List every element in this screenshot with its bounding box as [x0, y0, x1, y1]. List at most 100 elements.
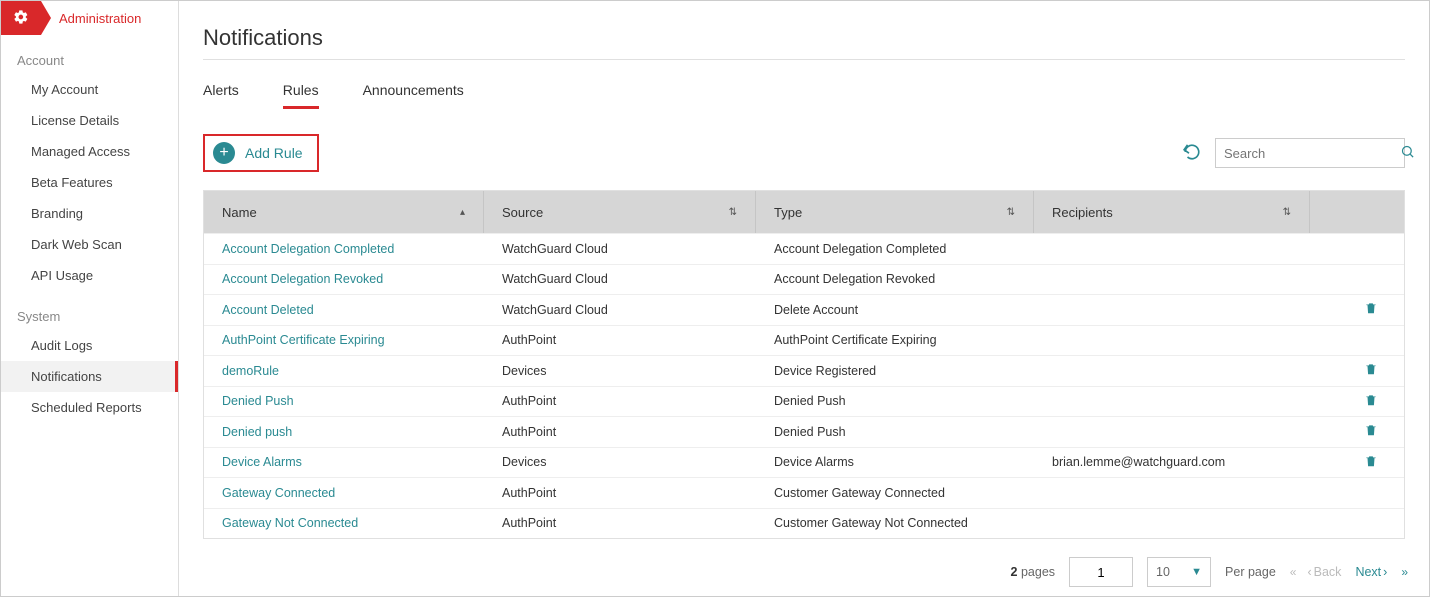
- trash-icon[interactable]: [1364, 423, 1378, 440]
- page-input[interactable]: [1069, 557, 1133, 587]
- rule-type: AuthPoint Certificate Expiring: [756, 333, 1034, 347]
- search-icon[interactable]: [1400, 144, 1415, 162]
- rule-type: Account Delegation Revoked: [756, 272, 1034, 286]
- sidebar-item-notifications[interactable]: Notifications: [1, 361, 178, 392]
- rule-type: Customer Gateway Connected: [756, 486, 1034, 500]
- col-recipients[interactable]: Recipients⇅: [1034, 191, 1310, 233]
- col-name[interactable]: Name▴: [204, 191, 484, 233]
- search-input[interactable]: [1224, 146, 1400, 161]
- next-button[interactable]: Next ›: [1355, 565, 1387, 579]
- rule-type: Delete Account: [756, 303, 1034, 317]
- tab-alerts[interactable]: Alerts: [203, 82, 239, 109]
- sidebar-item-dark-web-scan[interactable]: Dark Web Scan: [1, 229, 178, 260]
- col-source[interactable]: Source⇅: [484, 191, 756, 233]
- sidebar-item-managed-access[interactable]: Managed Access: [1, 136, 178, 167]
- tabs: Alerts Rules Announcements: [203, 82, 1405, 110]
- rule-name-link[interactable]: Denied Push: [204, 394, 484, 408]
- sidebar: Administration Account My Account Licens…: [1, 1, 179, 596]
- table-row: Gateway ConnectedAuthPointCustomer Gatew…: [204, 477, 1404, 508]
- rule-source: AuthPoint: [484, 425, 756, 439]
- rule-recipients: brian.lemme@watchguard.com: [1034, 455, 1310, 469]
- tab-rules[interactable]: Rules: [283, 82, 319, 109]
- table-row: Gateway Not ConnectedAuthPointCustomer G…: [204, 508, 1404, 539]
- sidebar-item-audit-logs[interactable]: Audit Logs: [1, 330, 178, 361]
- table-header: Name▴ Source⇅ Type⇅ Recipients⇅: [204, 191, 1404, 233]
- trash-icon[interactable]: [1364, 301, 1378, 318]
- last-page-button[interactable]: »: [1401, 565, 1405, 579]
- chevron-right-icon: ›: [1383, 565, 1387, 579]
- table-row: Denied PushAuthPointDenied Push: [204, 386, 1404, 417]
- sort-icon: ⇅: [729, 207, 737, 218]
- rule-name-link[interactable]: Account Deleted: [204, 303, 484, 317]
- rule-source: AuthPoint: [484, 333, 756, 347]
- rule-source: AuthPoint: [484, 516, 756, 530]
- rule-type: Device Registered: [756, 364, 1034, 378]
- refresh-icon[interactable]: [1183, 143, 1201, 164]
- add-rule-button[interactable]: + Add Rule: [203, 134, 319, 172]
- chevron-left-icon: ‹: [1307, 565, 1311, 579]
- rule-name-link[interactable]: Account Delegation Revoked: [204, 272, 484, 286]
- rule-type: Device Alarms: [756, 455, 1034, 469]
- double-chevron-right-icon: »: [1401, 565, 1405, 579]
- rule-name-link[interactable]: AuthPoint Certificate Expiring: [204, 333, 484, 347]
- back-button[interactable]: ‹ Back: [1307, 565, 1341, 579]
- sort-asc-icon: ▴: [460, 207, 465, 218]
- rule-actions: [1310, 423, 1400, 440]
- main-content: Notifications Alerts Rules Announcements…: [179, 1, 1429, 596]
- title-divider: [203, 59, 1405, 60]
- rules-table: Name▴ Source⇅ Type⇅ Recipients⇅ Account …: [203, 190, 1405, 539]
- trash-icon[interactable]: [1364, 393, 1378, 410]
- table-row: Device AlarmsDevicesDevice Alarmsbrian.l…: [204, 447, 1404, 478]
- rule-actions: [1310, 393, 1400, 410]
- table-row: Account Delegation RevokedWatchGuard Clo…: [204, 264, 1404, 295]
- rule-actions: [1310, 454, 1400, 471]
- sidebar-item-branding[interactable]: Branding: [1, 198, 178, 229]
- sidebar-item-my-account[interactable]: My Account: [1, 74, 178, 105]
- plus-icon: +: [213, 142, 235, 164]
- rule-name-link[interactable]: Gateway Not Connected: [204, 516, 484, 530]
- table-row: Account Delegation CompletedWatchGuard C…: [204, 233, 1404, 264]
- add-rule-label: Add Rule: [245, 145, 303, 161]
- rule-type: Account Delegation Completed: [756, 242, 1034, 256]
- chevron-down-icon: ▼: [1191, 566, 1202, 578]
- tab-announcements[interactable]: Announcements: [363, 82, 464, 109]
- rule-source: WatchGuard Cloud: [484, 242, 756, 256]
- page-title: Notifications: [203, 25, 1405, 51]
- admin-title: Administration: [59, 11, 141, 26]
- rule-source: AuthPoint: [484, 394, 756, 408]
- pagination: 2 pages 10 ▼ Per page « ‹ Back Next › »: [203, 557, 1405, 587]
- sidebar-group-account: Account: [1, 35, 178, 74]
- trash-icon[interactable]: [1364, 362, 1378, 379]
- rule-name-link[interactable]: Gateway Connected: [204, 486, 484, 500]
- sort-icon: ⇅: [1007, 207, 1015, 218]
- trash-icon[interactable]: [1364, 454, 1378, 471]
- per-page-label: Per page: [1225, 565, 1276, 579]
- sidebar-item-scheduled-reports[interactable]: Scheduled Reports: [1, 392, 178, 423]
- rule-name-link[interactable]: Device Alarms: [204, 455, 484, 469]
- first-page-button[interactable]: «: [1290, 565, 1294, 579]
- table-row: demoRuleDevicesDevice Registered: [204, 355, 1404, 386]
- sidebar-group-system: System: [1, 291, 178, 330]
- rule-name-link[interactable]: demoRule: [204, 364, 484, 378]
- sort-icon: ⇅: [1283, 207, 1291, 218]
- sidebar-item-license-details[interactable]: License Details: [1, 105, 178, 136]
- gear-icon: [13, 9, 29, 28]
- rule-type: Customer Gateway Not Connected: [756, 516, 1034, 530]
- rule-type: Denied Push: [756, 394, 1034, 408]
- rule-source: WatchGuard Cloud: [484, 303, 756, 317]
- rule-source: AuthPoint: [484, 486, 756, 500]
- admin-header[interactable]: Administration: [1, 1, 178, 35]
- table-row: AuthPoint Certificate ExpiringAuthPointA…: [204, 325, 1404, 356]
- per-page-select[interactable]: 10 ▼: [1147, 557, 1211, 587]
- col-actions: [1310, 191, 1400, 233]
- rule-name-link[interactable]: Denied push: [204, 425, 484, 439]
- search-wrap: [1215, 138, 1405, 168]
- sidebar-item-api-usage[interactable]: API Usage: [1, 260, 178, 291]
- sidebar-item-beta-features[interactable]: Beta Features: [1, 167, 178, 198]
- rule-actions: [1310, 362, 1400, 379]
- rule-name-link[interactable]: Account Delegation Completed: [204, 242, 484, 256]
- double-chevron-left-icon: «: [1290, 565, 1294, 579]
- rule-type: Denied Push: [756, 425, 1034, 439]
- table-row: Denied pushAuthPointDenied Push: [204, 416, 1404, 447]
- col-type[interactable]: Type⇅: [756, 191, 1034, 233]
